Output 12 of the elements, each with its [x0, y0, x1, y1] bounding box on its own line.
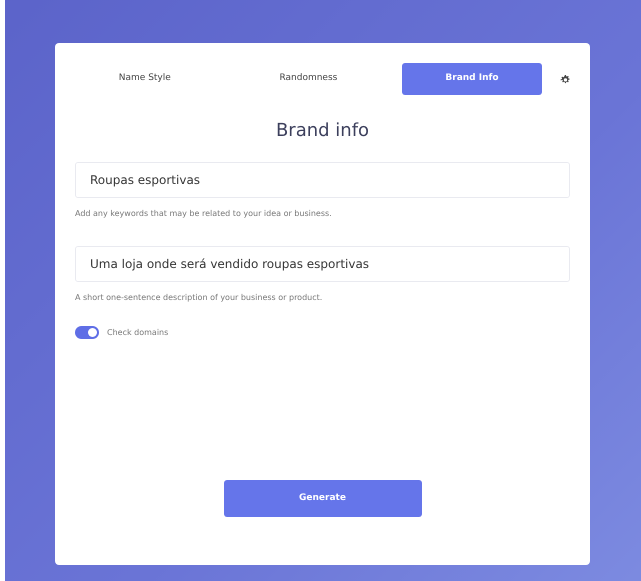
- section-title: Brand info: [274, 119, 370, 143]
- toggle-switch[interactable]: [75, 326, 99, 339]
- text-field[interactable]: Uma loja onde será vendido roupas esportivas: [75, 246, 570, 282]
- tab[interactable]: Name Style: [75, 63, 215, 95]
- help-text: Add any keywords that may be related to your idea or business.: [75, 208, 333, 220]
- help-text: A short one-sentence description of your business or product.: [75, 292, 324, 304]
- tab[interactable]: Randomness: [238, 63, 378, 95]
- text-field[interactable]: Roupas esportivas: [75, 162, 570, 198]
- toggle-label: Check domains: [107, 326, 168, 338]
- generate-button[interactable]: Generate: [224, 480, 422, 517]
- tab[interactable]: Brand Info: [402, 63, 542, 95]
- settings-icon[interactable]: [560, 74, 570, 84]
